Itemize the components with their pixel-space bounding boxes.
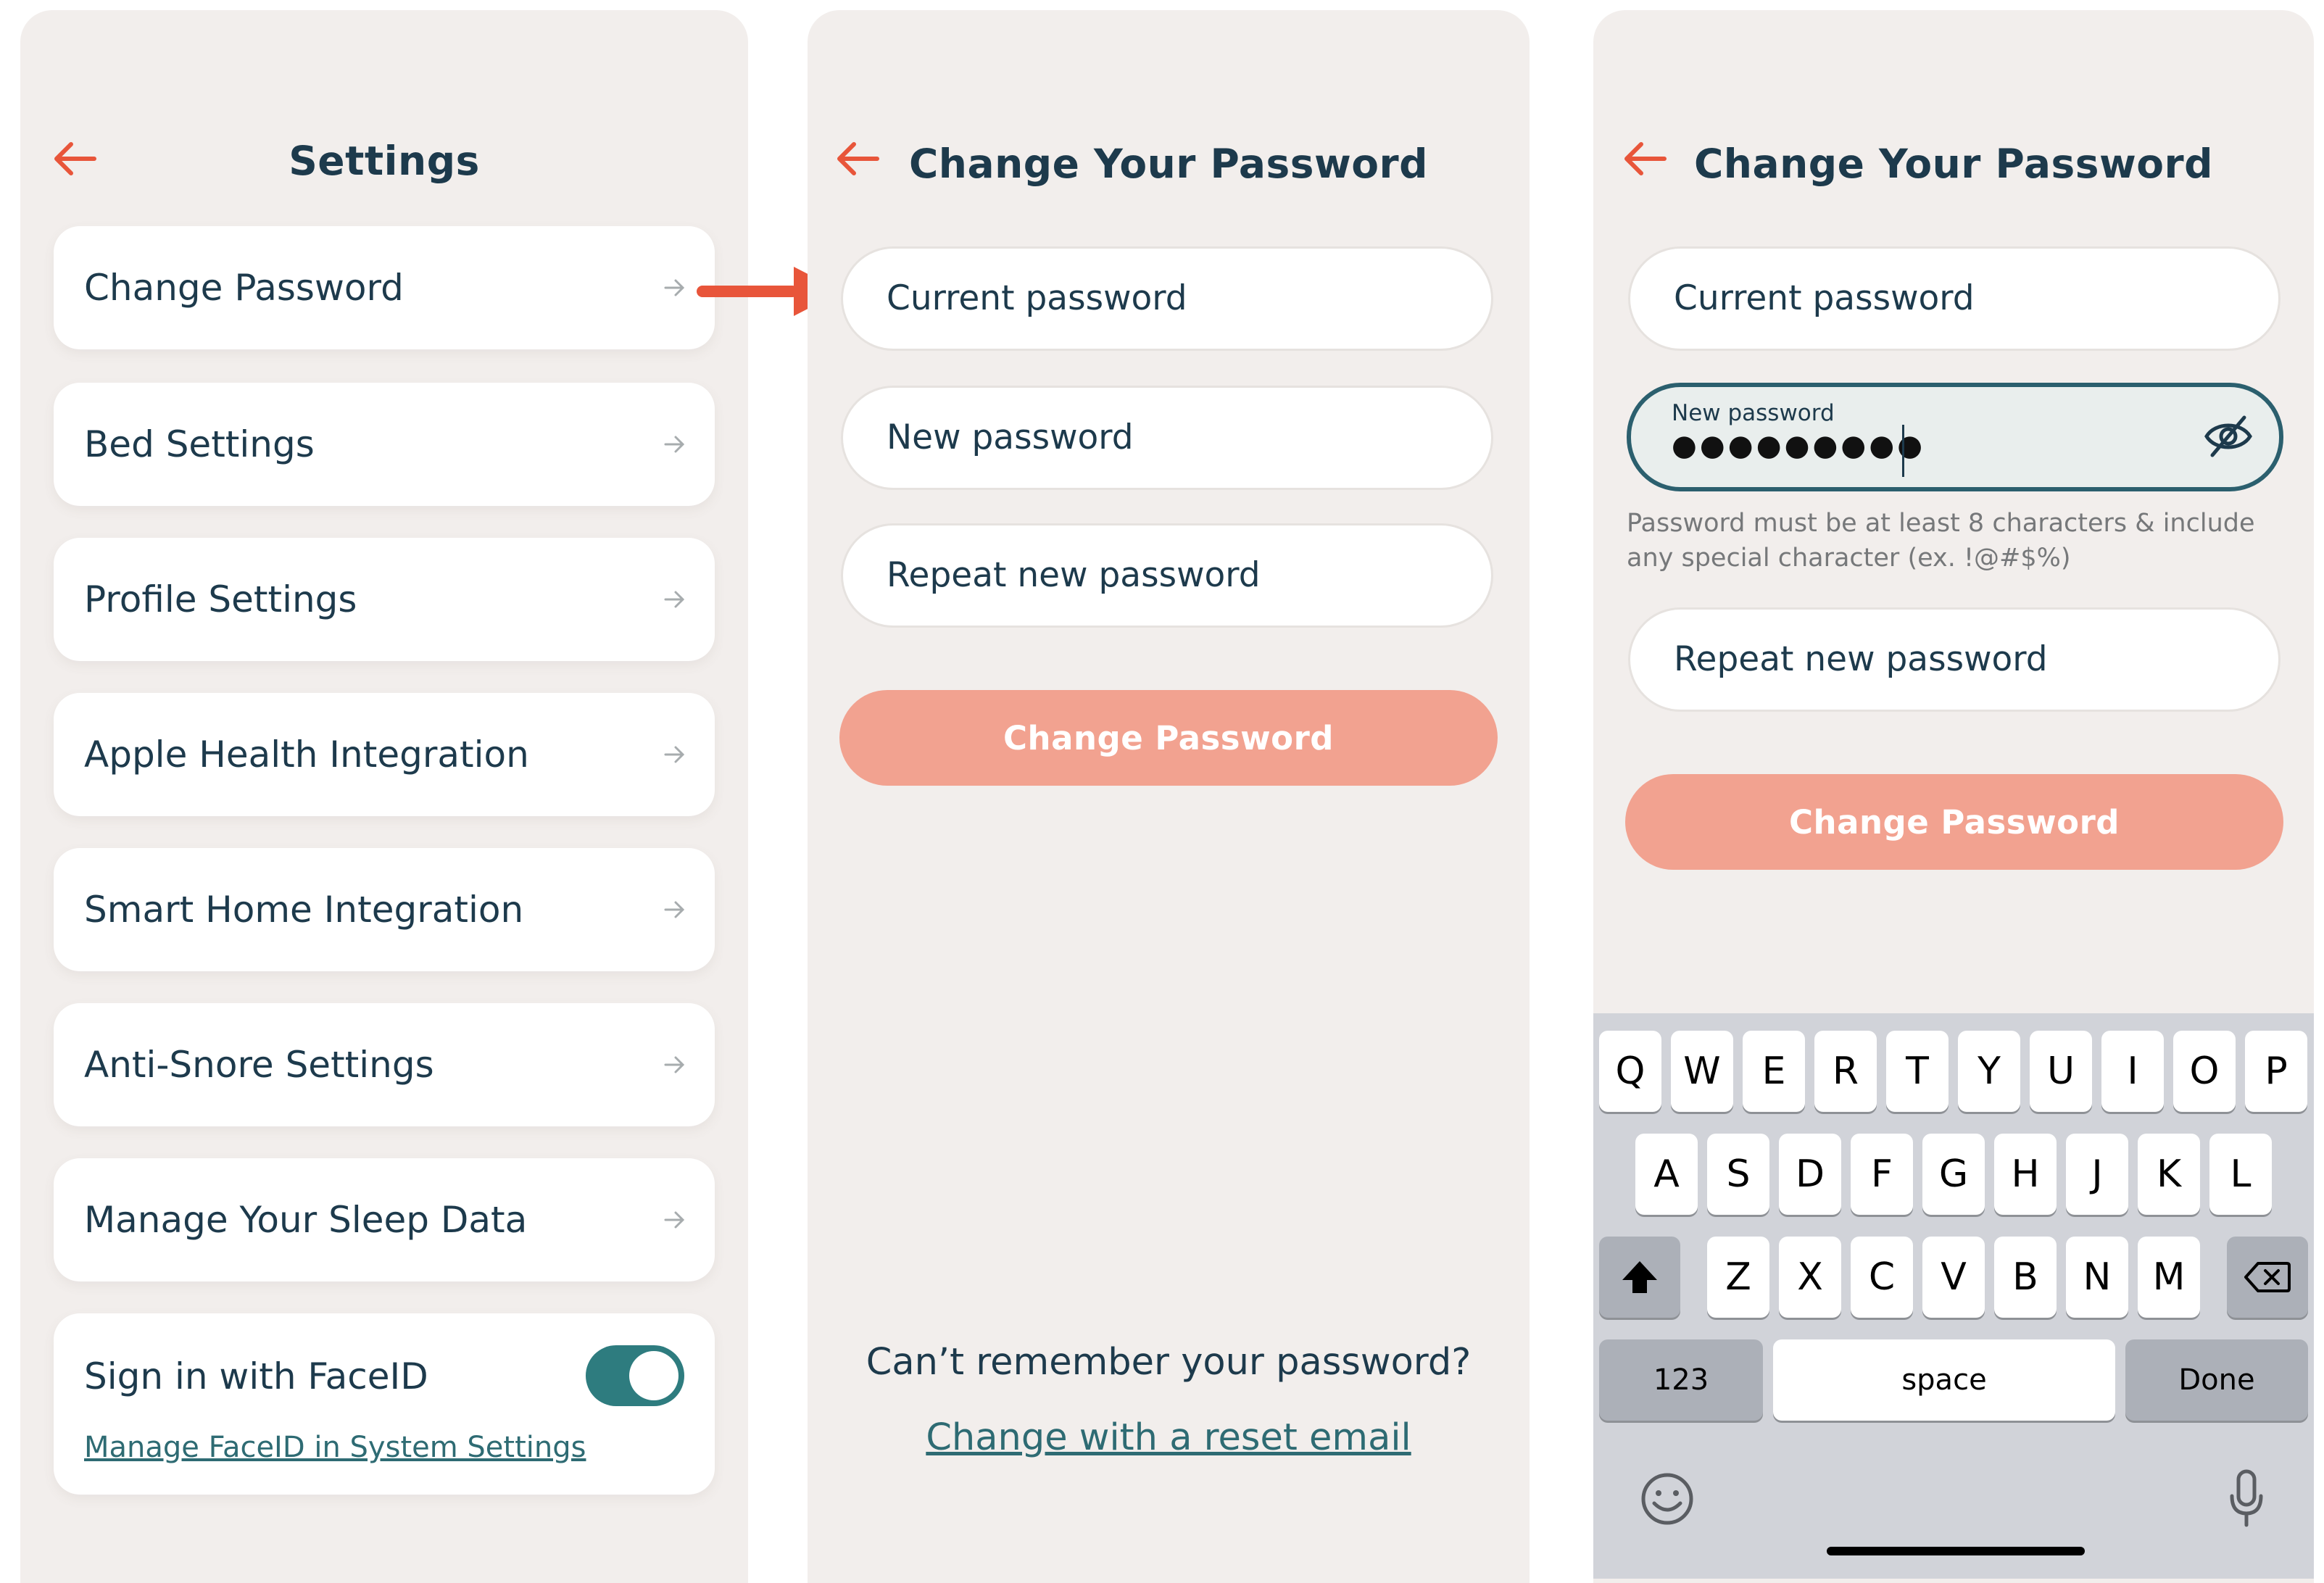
key-q[interactable]: Q bbox=[1599, 1031, 1661, 1112]
manage-faceid-link[interactable]: Manage FaceID in System Settings bbox=[84, 1431, 586, 1464]
settings-item-label: Bed Settings bbox=[84, 423, 315, 465]
text-cursor bbox=[1902, 425, 1904, 477]
faceid-card: Sign in with FaceID Manage FaceID in Sys… bbox=[54, 1313, 715, 1495]
key-b[interactable]: B bbox=[1994, 1237, 2057, 1318]
page-title: Settings bbox=[289, 138, 480, 184]
key-h[interactable]: H bbox=[1994, 1134, 2057, 1215]
toggle-knob bbox=[629, 1351, 678, 1400]
key-i[interactable]: I bbox=[2101, 1031, 2164, 1112]
new-password-field[interactable]: New password bbox=[841, 386, 1493, 490]
settings-item-change-password[interactable]: Change Password bbox=[54, 226, 715, 349]
settings-item-label: Profile Settings bbox=[84, 578, 357, 620]
onscreen-keyboard: Q W E R T Y U I O P A S D F G H J K L Z … bbox=[1593, 1013, 2314, 1579]
eye-off-icon[interactable] bbox=[2202, 413, 2254, 460]
key-e[interactable]: E bbox=[1743, 1031, 1805, 1112]
settings-item-apple-health[interactable]: Apple Health Integration bbox=[54, 693, 715, 816]
settings-item-sleep-data[interactable]: Manage Your Sleep Data bbox=[54, 1158, 715, 1281]
key-t[interactable]: T bbox=[1886, 1031, 1949, 1112]
password-hint: Password must be at least 8 characters &… bbox=[1627, 509, 2255, 573]
arrow-right-icon bbox=[664, 279, 685, 296]
settings-item-label: Smart Home Integration bbox=[84, 889, 524, 931]
key-f[interactable]: F bbox=[1851, 1134, 1913, 1215]
settings-screen: Settings Change Password Bed Settings Pr… bbox=[20, 10, 748, 1583]
key-k[interactable]: K bbox=[2138, 1134, 2200, 1215]
numbers-key[interactable]: 123 bbox=[1599, 1339, 1763, 1421]
microphone-icon[interactable] bbox=[2228, 1468, 2265, 1529]
page-title: Change Your Password bbox=[908, 141, 1429, 187]
key-a[interactable]: A bbox=[1635, 1134, 1698, 1215]
settings-item-smart-home[interactable]: Smart Home Integration bbox=[54, 848, 715, 971]
home-indicator bbox=[1827, 1547, 2085, 1555]
repeat-password-field[interactable]: Repeat new password bbox=[841, 523, 1493, 628]
arrow-right-icon bbox=[664, 591, 685, 608]
key-d[interactable]: D bbox=[1779, 1134, 1841, 1215]
emoji-icon[interactable] bbox=[1640, 1471, 1695, 1526]
change-password-button[interactable]: Change Password bbox=[1625, 774, 2283, 870]
new-password-field[interactable]: New password ●●●●●●●●● bbox=[1627, 383, 2283, 491]
key-g[interactable]: G bbox=[1922, 1134, 1985, 1215]
arrow-right-icon bbox=[664, 901, 685, 918]
repeat-password-placeholder: Repeat new password bbox=[887, 555, 1261, 595]
backspace-icon bbox=[2244, 1262, 2291, 1292]
current-password-placeholder: Current password bbox=[887, 278, 1187, 318]
forgot-password-text: Can’t remember your password? bbox=[866, 1341, 1472, 1384]
current-password-placeholder: Current password bbox=[1674, 278, 1975, 318]
new-password-value: ●●●●●●●●● bbox=[1672, 429, 1926, 462]
arrow-right-icon bbox=[664, 746, 685, 763]
key-j[interactable]: J bbox=[2066, 1134, 2128, 1215]
key-n[interactable]: N bbox=[2066, 1237, 2128, 1318]
settings-item-label: Change Password bbox=[84, 267, 404, 309]
change-password-screen: Change Your Password Current password Ne… bbox=[808, 10, 1530, 1583]
change-password-button[interactable]: Change Password bbox=[839, 690, 1498, 786]
new-password-placeholder: New password bbox=[887, 417, 1134, 457]
key-u[interactable]: U bbox=[2030, 1031, 2092, 1112]
key-p[interactable]: P bbox=[2245, 1031, 2307, 1112]
key-v[interactable]: V bbox=[1922, 1237, 1985, 1318]
settings-item-label: Apple Health Integration bbox=[84, 734, 529, 776]
arrow-right-icon bbox=[664, 1056, 685, 1073]
key-s[interactable]: S bbox=[1707, 1134, 1769, 1215]
repeat-password-field[interactable]: Repeat new password bbox=[1628, 607, 2281, 712]
key-z[interactable]: Z bbox=[1707, 1237, 1769, 1318]
settings-item-anti-snore[interactable]: Anti-Snore Settings bbox=[54, 1003, 715, 1126]
shift-icon bbox=[1622, 1261, 1657, 1293]
current-password-field[interactable]: Current password bbox=[1628, 246, 2281, 351]
arrow-right-icon bbox=[664, 436, 685, 453]
key-l[interactable]: L bbox=[2209, 1134, 2272, 1215]
page-title: Change Your Password bbox=[1693, 141, 2214, 187]
space-key[interactable]: space bbox=[1773, 1339, 2115, 1421]
new-password-label: New password bbox=[1672, 400, 1835, 426]
key-m[interactable]: M bbox=[2138, 1237, 2200, 1318]
key-x[interactable]: X bbox=[1779, 1237, 1841, 1318]
key-c[interactable]: C bbox=[1851, 1237, 1913, 1318]
settings-item-label: Manage Your Sleep Data bbox=[84, 1199, 528, 1241]
key-y[interactable]: Y bbox=[1958, 1031, 2020, 1112]
done-key[interactable]: Done bbox=[2125, 1339, 2308, 1421]
settings-item-profile-settings[interactable]: Profile Settings bbox=[54, 538, 715, 661]
reset-email-link[interactable]: Change with a reset email bbox=[808, 1416, 1530, 1459]
key-o[interactable]: O bbox=[2173, 1031, 2236, 1112]
backspace-key[interactable] bbox=[2227, 1237, 2308, 1318]
faceid-toggle[interactable] bbox=[586, 1345, 684, 1406]
settings-item-label: Anti-Snore Settings bbox=[84, 1044, 434, 1086]
shift-key[interactable] bbox=[1599, 1237, 1680, 1318]
faceid-label: Sign in with FaceID bbox=[84, 1355, 428, 1397]
arrow-right-icon bbox=[664, 1211, 685, 1229]
repeat-password-placeholder: Repeat new password bbox=[1674, 639, 2048, 679]
settings-item-bed-settings[interactable]: Bed Settings bbox=[54, 383, 715, 506]
current-password-field[interactable]: Current password bbox=[841, 246, 1493, 351]
key-r[interactable]: R bbox=[1814, 1031, 1877, 1112]
key-w[interactable]: W bbox=[1671, 1031, 1733, 1112]
